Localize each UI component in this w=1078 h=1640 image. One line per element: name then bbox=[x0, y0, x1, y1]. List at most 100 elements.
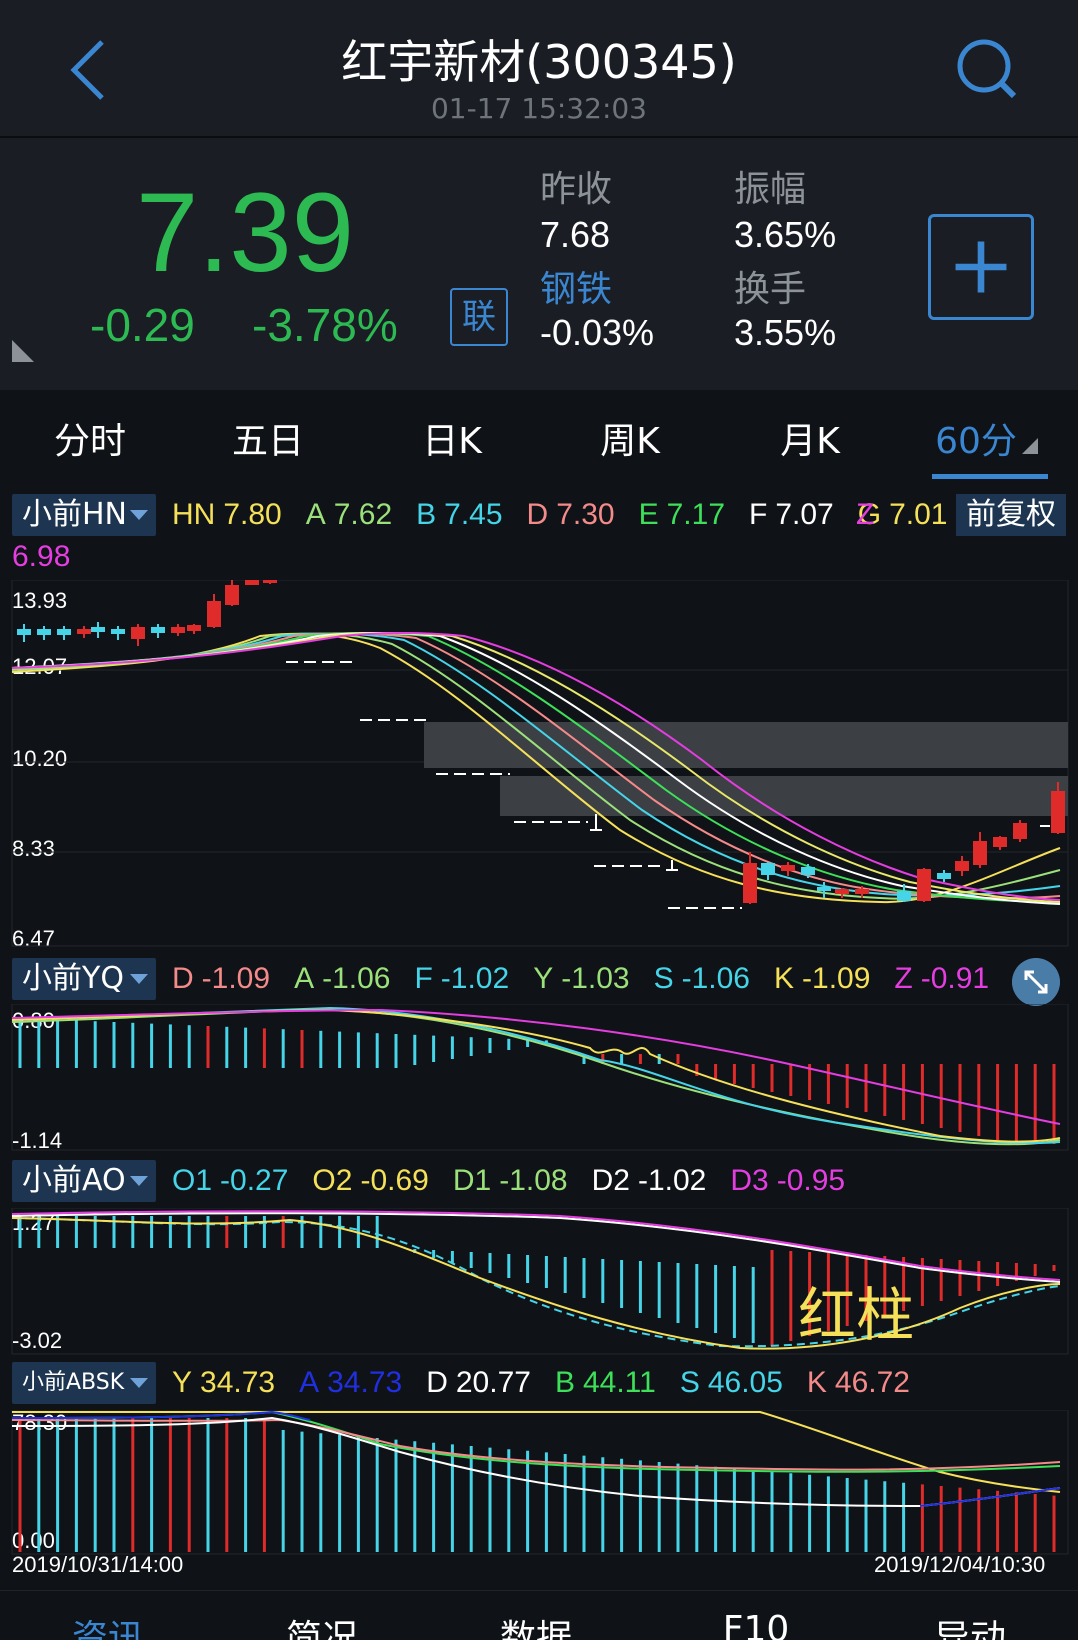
legend-item-hn: HN 7.80 bbox=[172, 498, 294, 531]
corner-triangle-icon[interactable] bbox=[10, 338, 36, 364]
tab-five-day[interactable]: 五日 bbox=[178, 412, 358, 464]
ao-legend: O1 -0.27 O2 -0.69 D1 -1.08 D2 -1.02 D3 -0.95 bbox=[172, 1164, 869, 1198]
legend-value: 34.73 bbox=[200, 1366, 276, 1399]
ao-chart[interactable] bbox=[0, 1208, 1078, 1358]
tab-weekly-k[interactable]: 周K bbox=[540, 412, 720, 464]
legend-value: -1.06 bbox=[681, 962, 750, 995]
legend-value: 7.30 bbox=[556, 498, 615, 531]
absk-legend: Y 34.73 A 34.73 D 20.77 B 44.11 S 46.05 K 46.72 bbox=[172, 1366, 934, 1400]
header-bar: 红宇新材(300345) 01-17 15:32:03 bbox=[0, 0, 1078, 138]
legend-value: 7.17 bbox=[666, 498, 726, 531]
legend-value: -1.06 bbox=[322, 962, 391, 995]
chevron-down-icon bbox=[130, 1378, 148, 1388]
active-tab-indicator bbox=[932, 474, 1048, 479]
prev-close-label: 昨收 bbox=[540, 169, 613, 210]
adjust-mode-button[interactable]: 前复权 bbox=[956, 494, 1066, 536]
update-timestamp: 01-17 15:32:03 bbox=[430, 92, 647, 125]
legend-key: F bbox=[414, 962, 433, 995]
tab-monthly-k[interactable]: 月K bbox=[720, 412, 900, 464]
legend-item-f: F -1.02 bbox=[414, 962, 521, 995]
tab-60-min[interactable]: 60分 bbox=[886, 412, 1066, 464]
turnover-value: 3.55% bbox=[734, 312, 837, 353]
legend-item-s: S -1.06 bbox=[654, 962, 762, 995]
legend-item-k: K -1.09 bbox=[774, 962, 882, 995]
quote-panel: 7.39 -0.29 -3.78% 联 昨收 7.68 钢铁 -0.03% 振幅… bbox=[0, 138, 1078, 390]
legend-value: -1.03 bbox=[561, 962, 630, 995]
legend-value: -1.02 bbox=[440, 962, 510, 995]
expand-icon[interactable] bbox=[1012, 958, 1060, 1006]
nav-data[interactable]: 数据 bbox=[456, 1609, 616, 1640]
legend-item-z: Z bbox=[856, 498, 875, 531]
legend-item-b: B 7.45 bbox=[416, 498, 514, 531]
date-end: 2019/12/04/10:30 bbox=[874, 1552, 1046, 1577]
legend-item-o1: O1 -0.27 bbox=[172, 1164, 300, 1197]
legend-item-e: E 7.17 bbox=[639, 498, 737, 531]
legend-value: -1.02 bbox=[637, 1164, 707, 1197]
legend-value: 6.98 bbox=[12, 540, 71, 573]
legend-key: B bbox=[416, 498, 437, 531]
nav-profile[interactable]: 简况 bbox=[242, 1609, 402, 1640]
amplitude-label: 振幅 bbox=[734, 169, 807, 210]
absk-histogram bbox=[18, 1418, 1056, 1552]
chevron-down-icon bbox=[130, 974, 148, 984]
tab-intraday[interactable]: 分时 bbox=[0, 412, 180, 464]
nav-f10[interactable]: F10 bbox=[676, 1609, 836, 1640]
sector-change-value: -0.03% bbox=[540, 312, 655, 353]
date-start: 2019/10/31/14:00 bbox=[12, 1552, 184, 1577]
legend-value: 44.11 bbox=[582, 1366, 656, 1399]
legend-value: -1.08 bbox=[499, 1164, 568, 1197]
tab-daily-k[interactable]: 日K bbox=[362, 412, 542, 464]
legend-value: 46.05 bbox=[707, 1366, 783, 1399]
absk-chart[interactable] bbox=[0, 1410, 1078, 1556]
legend-key: F bbox=[749, 498, 768, 531]
legend-item-d1: D1 -1.08 bbox=[453, 1164, 580, 1197]
resistance-zone bbox=[424, 722, 1068, 768]
legend-key: K bbox=[806, 1366, 827, 1399]
yq-chart[interactable] bbox=[0, 1004, 1078, 1154]
legend-value: -0.95 bbox=[776, 1164, 846, 1197]
nav-movement[interactable]: 异动 bbox=[890, 1609, 1050, 1640]
ao-indicator-label: 小前AO bbox=[22, 1163, 126, 1198]
legend-key: HN bbox=[172, 498, 216, 531]
absk-indicator-label: 小前ABSK bbox=[22, 1370, 125, 1395]
ao-indicator-select[interactable]: 小前AO bbox=[12, 1160, 156, 1202]
absk-indicator-select[interactable]: 小前ABSK bbox=[12, 1362, 156, 1404]
search-icon[interactable] bbox=[948, 30, 1028, 110]
legend-value: -0.91 bbox=[920, 962, 990, 995]
yq-indicator-label: 小前YQ bbox=[22, 961, 124, 996]
legend-key: O1 bbox=[172, 1164, 213, 1197]
amplitude-value: 3.65% bbox=[734, 214, 837, 255]
legend-item-d: D 7.30 bbox=[527, 498, 627, 531]
legend-item-d2: D2 -1.02 bbox=[592, 1164, 719, 1197]
legend-value: -0.27 bbox=[220, 1164, 289, 1197]
legend-value: 20.77 bbox=[455, 1366, 531, 1399]
chevron-down-icon bbox=[130, 510, 148, 520]
legend-item-f: F 7.07 bbox=[749, 498, 846, 531]
legend-key: O2 bbox=[312, 1164, 353, 1197]
yq-indicator-select[interactable]: 小前YQ bbox=[12, 958, 156, 1000]
legend-key: A bbox=[299, 1366, 320, 1399]
legend-item-y: Y -1.03 bbox=[533, 962, 641, 995]
last-price: 7.39 bbox=[136, 170, 354, 295]
sector-link[interactable]: 钢铁 bbox=[540, 260, 612, 312]
legend-key: K bbox=[774, 962, 795, 995]
legend-item-d3: D3 -0.95 bbox=[730, 1164, 857, 1197]
hn-indicator-select[interactable]: 小前HN bbox=[12, 494, 156, 536]
legend-key: S bbox=[679, 1366, 700, 1399]
legend-item-b: B 44.11 bbox=[555, 1366, 668, 1399]
chevron-down-icon bbox=[130, 1176, 148, 1186]
link-badge[interactable]: 联 bbox=[450, 288, 508, 346]
yq-histogram bbox=[18, 1018, 1056, 1144]
legend-value: 7.80 bbox=[223, 498, 282, 531]
nav-news[interactable]: 资讯 bbox=[28, 1609, 188, 1640]
add-watchlist-button[interactable] bbox=[928, 214, 1034, 320]
price-change: -0.29 bbox=[90, 299, 195, 351]
legend-key: E bbox=[638, 498, 659, 531]
legend-value: -1.09 bbox=[802, 962, 871, 995]
tab-dropdown-icon[interactable] bbox=[1022, 438, 1038, 454]
legend-item-y: Y 34.73 bbox=[172, 1366, 287, 1399]
legend-value: 7.45 bbox=[444, 498, 503, 531]
legend-key: D bbox=[526, 498, 549, 531]
hn-kline-chart[interactable] bbox=[0, 580, 1078, 950]
legend-item-d: D -1.09 bbox=[172, 962, 282, 995]
